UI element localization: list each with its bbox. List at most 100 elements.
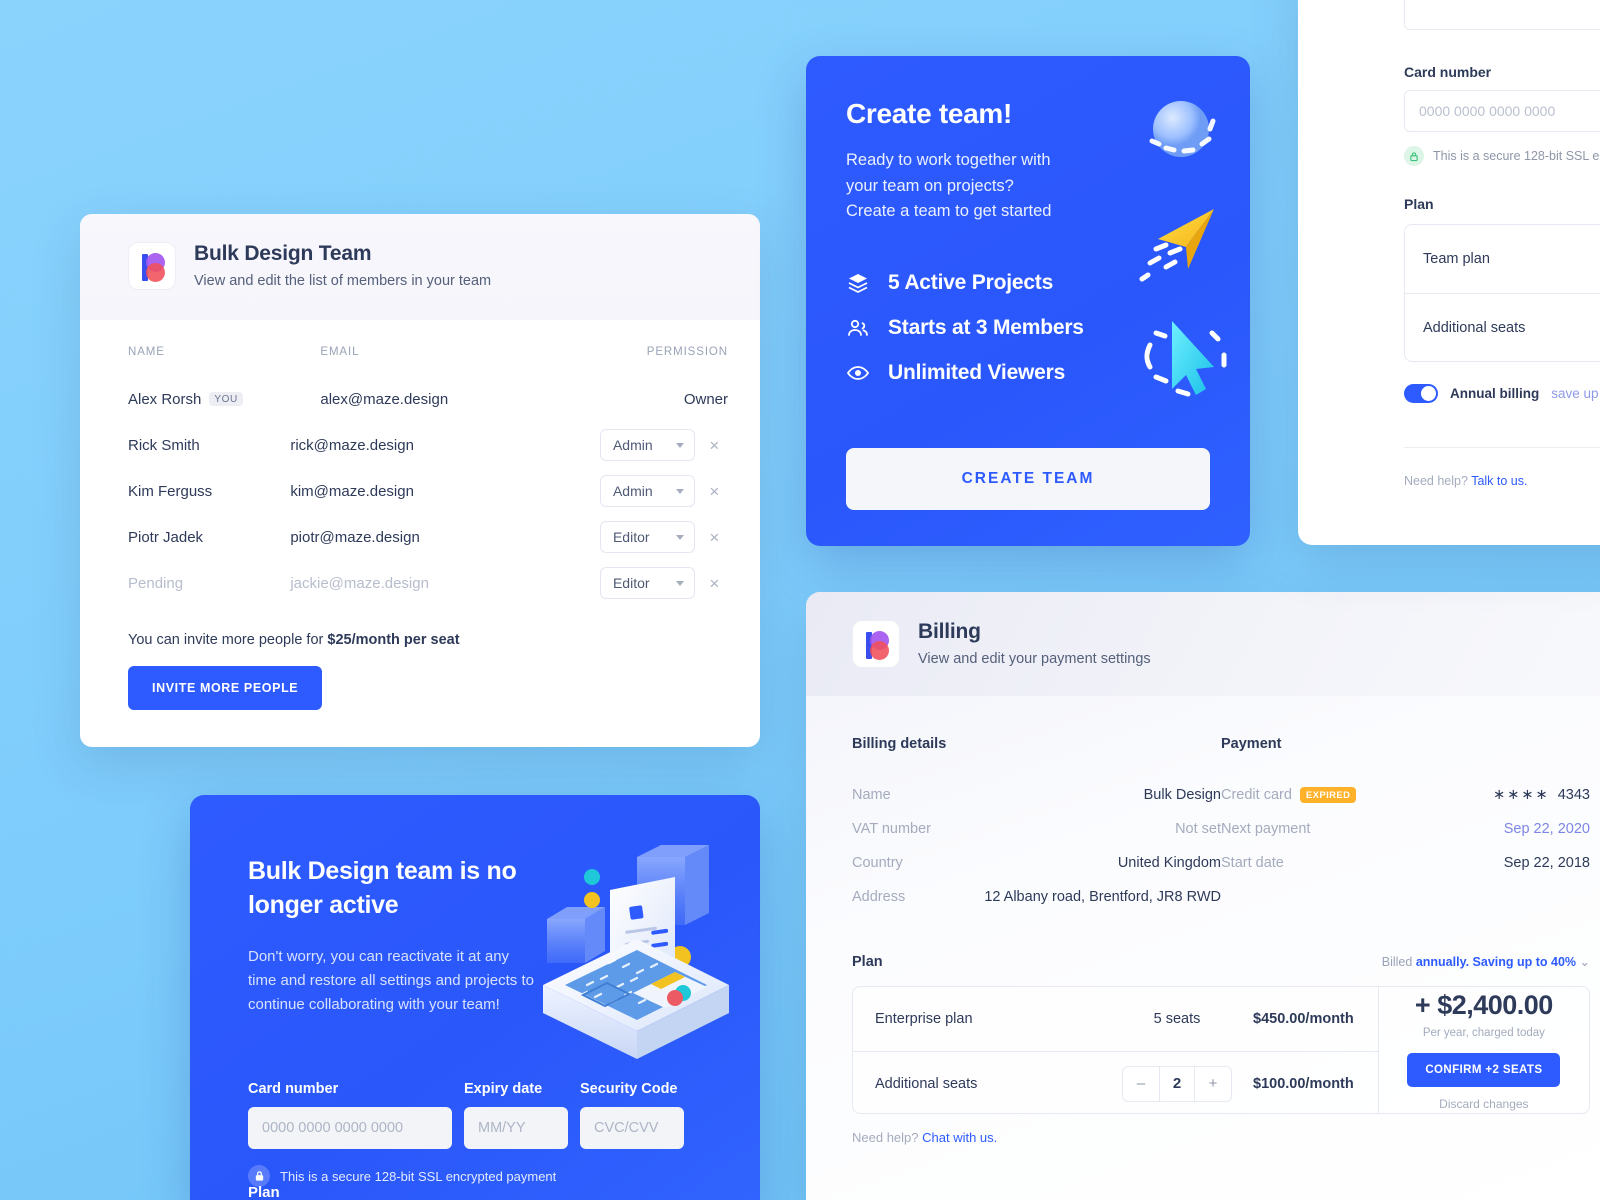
seats-quantity-value: 2 [1159,1066,1195,1101]
invite-more-people-button[interactable]: INVITE MORE PEOPLE [128,666,323,710]
plan-section-header: Plan Billed annually. Saving up to 40% ⌄ [852,954,1590,970]
chat-with-us-link[interactable]: Chat with us. [922,1130,997,1145]
permission-select[interactable]: Admin [599,429,695,461]
card-number-input[interactable]: 0000 0000 0000 0000 [248,1107,452,1150]
billing-details-title: Billing details [852,736,947,752]
remove-member-button[interactable]: × [701,483,728,500]
annual-billing-toggle[interactable] [1404,384,1438,403]
lock-icon [1404,146,1424,166]
feature-unlimited-viewers: Unlimited Viewers [846,361,1210,385]
permission-select[interactable]: Admin [599,475,695,507]
member-name-cell: Kim Ferguss [128,483,290,500]
payment-column: Payment Credit card EXPIRED ∗∗∗∗ 4343 Ne… [1221,736,1590,914]
increment-seats-button[interactable]: + [1195,1067,1231,1101]
plan-table: Enterprise plan 5 seats $450.00/month Ad… [852,986,1590,1114]
card-number-label: Card number [248,1081,339,1098]
member-name: Kim Ferguss [128,482,213,500]
billing-cycle-selector[interactable]: Billed annually. Saving up to 40% ⌄ [1382,954,1590,969]
detail-key: Country [852,855,903,871]
payment-row: Next payment Sep 22, 2020 [1221,812,1590,846]
member-name: Pending [128,574,184,592]
talk-to-us-link[interactable]: Talk to us. [1471,474,1527,488]
users-icon [846,316,870,340]
billing-title: Billing [918,620,981,644]
name-on-card-input[interactable] [1404,0,1600,30]
remove-member-button[interactable]: × [701,437,728,454]
billing-detail-row: VAT number Not set [852,812,1221,846]
discard-changes-link[interactable]: Discard changes [1439,1097,1528,1111]
plan-row-name: Additional seats [875,1075,978,1092]
payment-fields: Card number 0000 0000 0000 0000 Expiry d… [248,1081,702,1150]
payment-row: Credit card EXPIRED ∗∗∗∗ 4343 [1221,778,1590,812]
decrement-seats-button[interactable]: – [1123,1067,1159,1101]
billing-subtitle: View and edit your payment settings [918,650,1151,667]
plan-row-additional-seats: Additional seats – 2 + $100.00/month [853,1051,1378,1115]
billing-detail-row: Country United Kingdom [852,846,1221,880]
feature-active-projects: 5 Active Projects [846,271,1210,295]
chevron-down-icon [675,580,684,586]
create-team-button[interactable]: CREATE TEAM [846,448,1210,510]
card-number-field-group: Card number 0000 0000 0000 0000 [248,1081,452,1150]
annual-billing-label: Annual billing [1450,386,1540,401]
permission-select[interactable]: Editor [599,521,695,553]
feature-starts-at-members: Starts at 3 Members [846,316,1210,340]
member-name: Rick Smith [128,436,200,454]
permission-select[interactable]: Editor [599,567,695,599]
payment-key-label: Credit card [1221,787,1292,803]
table-row: Alex Rorsh YOU alex@maze.design Owner [128,376,728,422]
side-need-help: Need help? Talk to us. [1404,474,1600,488]
billed-prefix: Billed [1381,955,1416,969]
detail-value: Bulk Design [1143,787,1221,803]
payment-value: Sep 22, 2020 [1503,821,1590,837]
eye-icon [846,361,870,385]
brand-logo-icon [852,620,900,668]
chevron-down-icon [675,488,684,494]
security-code-field-group: Security Code CVC/CVV [580,1081,684,1150]
column-header-email: EMAIL [320,346,360,358]
side-plan-table: Team plan 3 Additional seats – [1404,224,1600,362]
side-need-help-prefix: Need help? [1404,474,1472,488]
confirm-seats-button[interactable]: CONFIRM +2 SEATS [1407,1052,1561,1087]
member-name-cell: Rick Smith [128,437,290,454]
total-amount: + $2,400.00 [1414,989,1553,1020]
payment-value: Sep 22, 2018 [1503,855,1590,871]
column-header-name: NAME [128,346,165,358]
page-title: Bulk Design Team [194,242,372,266]
side-payment-panel: Card number 0000 0000 0000 0000 This is … [1298,0,1600,545]
member-permission-owner: Owner [683,390,728,408]
chevron-down-icon [675,534,684,540]
billing-detail-row: Address 12 Albany road, Brentford, JR8 R… [852,880,1221,914]
page-subtitle: View and edit the list of members in you… [194,272,492,289]
expiry-date-field-group: Expiry date MM/YY [464,1081,568,1150]
security-code-input[interactable]: CVC/CVV [580,1107,684,1150]
create-team-subtitle: Ready to work together with your team on… [846,148,1106,225]
plan-section: Plan Billed annually. Saving up to 40% ⌄… [852,954,1590,1145]
create-team-subtitle-line: your team on projects? [846,176,1014,195]
side-card-number-input[interactable]: 0000 0000 0000 0000 [1404,90,1600,132]
annual-billing-row: Annual billing save up to 25 [1404,384,1600,403]
payment-key: Credit card EXPIRED [1221,787,1357,803]
reactivate-title: Bulk Design team is no longer active [248,855,548,923]
plan-label: Plan [248,1184,280,1200]
member-name: Piotr Jadek [128,528,204,546]
security-code-label: Security Code [580,1081,678,1098]
detail-key: Address [852,889,906,905]
side-plan-label: Plan [1404,196,1434,212]
total-caption: Per year, charged today [1422,1026,1545,1039]
reactivate-title-line: longer active [248,890,399,919]
remove-member-button[interactable]: × [701,575,728,592]
create-team-title: Create team! [846,98,1013,129]
chevron-down-icon [675,442,684,448]
plan-row-seats: 5 seats [1153,1011,1201,1027]
plan-row-name: Enterprise plan [875,1011,973,1027]
create-team-subtitle-line: Create a team to get started [846,202,1052,221]
table-row: Piotr Jadek piotr@maze.design Editor × [128,514,728,560]
reactivate-team-card: Bulk Design team is no longer active Don… [190,795,760,1200]
team-card-body: NAME EMAIL PERMISSION Alex Rorsh YOU ale… [80,320,760,710]
remove-member-button[interactable]: × [701,529,728,546]
feature-label: Starts at 3 Members [888,315,1084,339]
expiry-date-input[interactable]: MM/YY [464,1107,568,1150]
seats-stepper[interactable]: – 2 + [1122,1065,1232,1102]
side-plan-row-additional: Additional seats – [1405,293,1600,361]
team-members-card: Bulk Design Team View and edit the list … [80,214,760,747]
